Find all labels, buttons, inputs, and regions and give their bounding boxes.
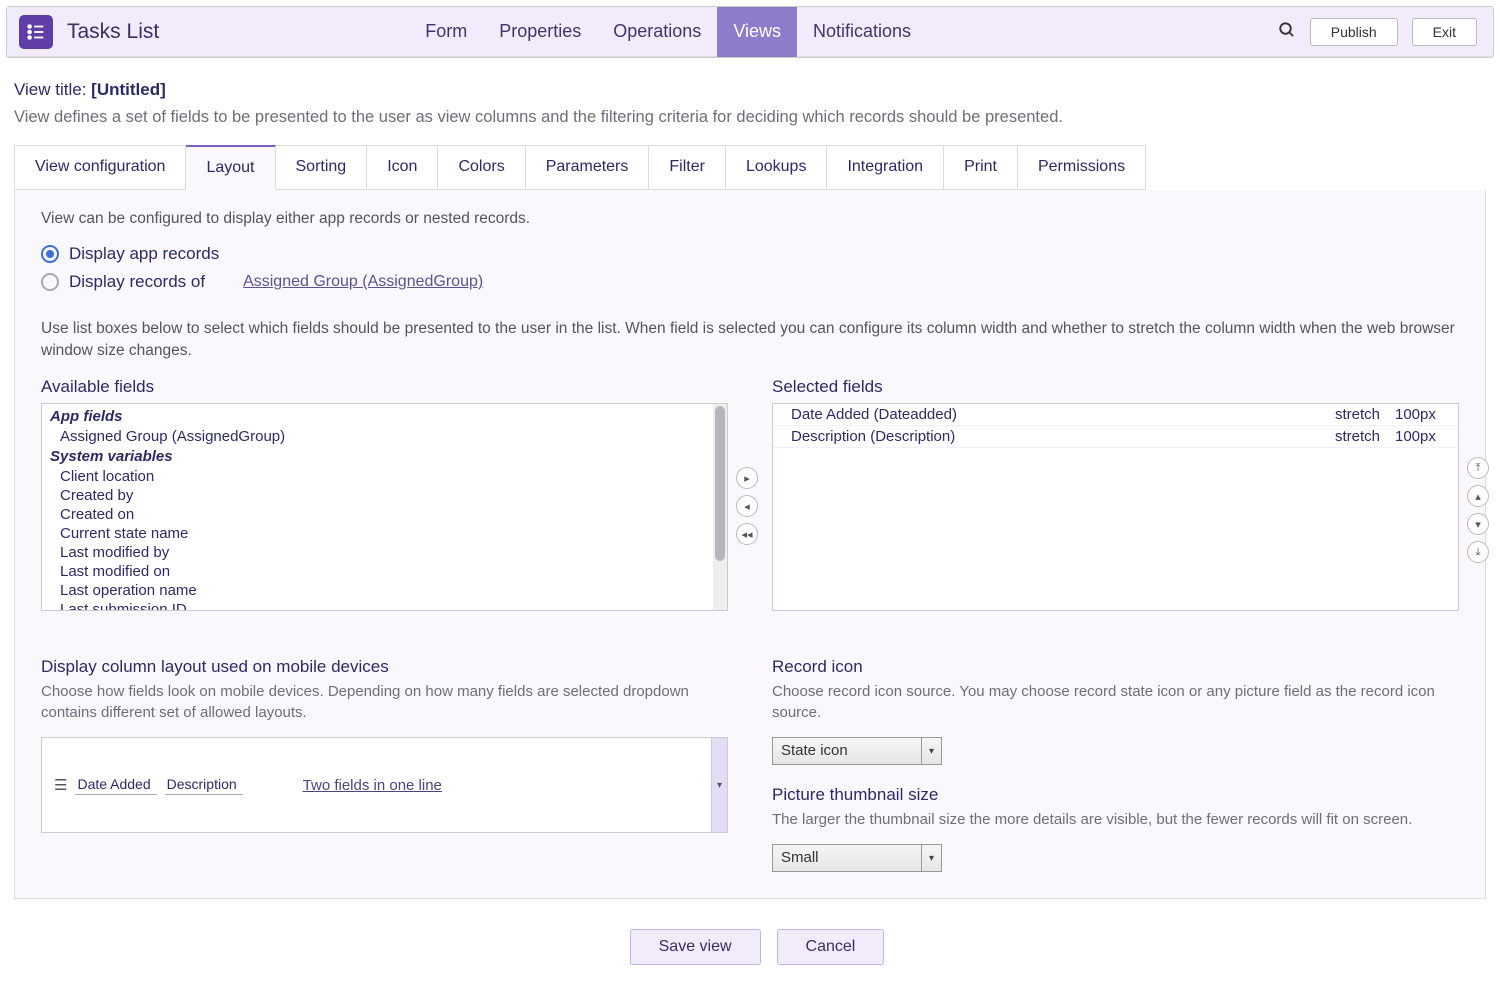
available-header-system: System variables [42,446,713,467]
tab-views[interactable]: Views [717,7,797,57]
selected-fields-column: Selected fields Date Added (Dateadded) s… [772,377,1459,611]
move-top-button[interactable]: ⤒ [1467,457,1489,479]
selected-stretch[interactable]: stretch [1335,428,1395,445]
sub-tabs: View configuration Layout Sorting Icon C… [14,145,1500,190]
selected-listbox[interactable]: Date Added (Dateadded) stretch 100px Des… [772,403,1459,611]
available-item[interactable]: Current state name [42,524,713,543]
selected-row: Date Added (Dateadded) stretch 100px [773,404,1458,426]
record-icon-title: Record icon [772,657,1459,677]
top-bar: Tasks List Form Properties Operations Vi… [7,7,1493,57]
subtab-filter[interactable]: Filter [649,145,726,190]
available-item[interactable]: Created on [42,505,713,524]
subtab-layout[interactable]: Layout [186,145,275,190]
subtab-sorting[interactable]: Sorting [276,145,368,190]
subtab-colors[interactable]: Colors [438,145,525,190]
footer: Save view Cancel [14,899,1500,985]
selected-width[interactable]: 100px [1395,428,1450,445]
mobile-desc: Choose how fields look on mobile devices… [41,681,728,723]
record-icon-select[interactable]: State icon ▾ [772,737,942,765]
top-tabs: Form Properties Operations Views Notific… [409,7,927,57]
move-left-button[interactable]: ◂ [736,495,758,517]
chevron-down-icon: ▾ [921,738,941,764]
subtab-integration[interactable]: Integration [827,145,944,190]
record-icon-value: State icon [773,738,921,764]
available-item[interactable]: Created by [42,486,713,505]
app-title: Tasks List [67,20,159,44]
cancel-button[interactable]: Cancel [777,929,885,965]
move-up-button[interactable]: ▴ [1467,485,1489,507]
selected-row: Description (Description) stretch 100px [773,426,1458,448]
sample-field-2: Description [165,776,243,795]
selected-name[interactable]: Date Added (Dateadded) [781,406,1335,423]
publish-button[interactable]: Publish [1310,18,1398,46]
move-down-button[interactable]: ▾ [1467,513,1489,535]
chevron-down-icon: ▾ [921,845,941,871]
mobile-layout-sample: ☰ Date Added Description [54,776,243,795]
list-icon: ☰ [54,776,67,794]
move-right-button[interactable]: ▸ [736,467,758,489]
view-title-value: [Untitled] [91,80,166,99]
save-button[interactable]: Save view [630,929,761,965]
available-listbox[interactable]: App fields Assigned Group (AssignedGroup… [41,403,728,611]
thumbnail-desc: The larger the thumbnail size the more d… [772,809,1459,830]
available-header-app-fields: App fields [42,406,713,427]
selected-name[interactable]: Description (Description) [781,428,1335,445]
order-buttons: ⤒ ▴ ▾ ⤓ [1467,457,1489,563]
available-item[interactable]: Last modified by [42,543,713,562]
tab-operations[interactable]: Operations [597,7,717,57]
mobile-layout-label: Two fields in one line [303,777,442,794]
mobile-layout-dropdown[interactable]: ☰ Date Added Description Two fields in o… [41,737,728,833]
app-icon [19,15,53,49]
scroll-thumb[interactable] [715,406,725,561]
panel-intro: View can be configured to display either… [41,210,1459,228]
layout-panel: View can be configured to display either… [14,190,1486,899]
move-buttons: ▸ ◂ ◂◂ [736,467,758,545]
dropdown-arrow-icon[interactable]: ▾ [711,738,727,832]
move-all-left-button[interactable]: ◂◂ [736,523,758,545]
radio-display-app-records[interactable] [41,245,59,263]
view-title-row: View title: [Untitled] [14,80,1500,100]
available-item[interactable]: Assigned Group (AssignedGroup) [42,427,713,446]
record-icon-desc: Choose record icon source. You may choos… [772,681,1459,723]
view-title-label: View title: [14,80,91,99]
search-icon[interactable] [1278,21,1296,42]
subtab-permissions[interactable]: Permissions [1018,145,1146,190]
available-item[interactable]: Last operation name [42,581,713,600]
move-bottom-button[interactable]: ⤓ [1467,541,1489,563]
tab-form[interactable]: Form [409,7,483,57]
selected-title: Selected fields [772,377,1459,397]
subtab-parameters[interactable]: Parameters [526,145,650,190]
thumbnail-title: Picture thumbnail size [772,785,1459,805]
thumbnail-select[interactable]: Small ▾ [772,844,942,872]
subtab-icon[interactable]: Icon [367,145,438,190]
subtab-lookups[interactable]: Lookups [726,145,828,190]
tab-properties[interactable]: Properties [483,7,597,57]
radio-nested-label: Display records of [69,272,205,292]
radio-display-records-of[interactable] [41,273,59,291]
thumbnail-value: Small [773,845,921,871]
available-item[interactable]: Last submission ID [42,600,713,610]
available-item[interactable]: Client location [42,467,713,486]
selected-stretch[interactable]: stretch [1335,406,1395,423]
mobile-title: Display column layout used on mobile dev… [41,657,728,677]
view-description: View defines a set of fields to be prese… [14,108,1500,127]
available-fields-column: Available fields App fields Assigned Gro… [41,377,728,611]
available-scrollbar[interactable] [713,404,727,610]
panel-help: Use list boxes below to select which fie… [41,318,1459,361]
selected-width[interactable]: 100px [1395,406,1450,423]
radio-app-label: Display app records [69,244,219,264]
icon-thumbnail-section: Record icon Choose record icon source. Y… [772,657,1459,872]
nested-link[interactable]: Assigned Group (AssignedGroup) [243,273,483,291]
sample-field-1: Date Added [75,776,156,795]
available-title: Available fields [41,377,728,397]
exit-button[interactable]: Exit [1412,18,1477,46]
subtab-print[interactable]: Print [944,145,1018,190]
available-item[interactable]: Last modified on [42,562,713,581]
tab-notifications[interactable]: Notifications [797,7,927,57]
mobile-layout-section: Display column layout used on mobile dev… [41,657,728,872]
subtab-view-configuration[interactable]: View configuration [15,145,186,190]
